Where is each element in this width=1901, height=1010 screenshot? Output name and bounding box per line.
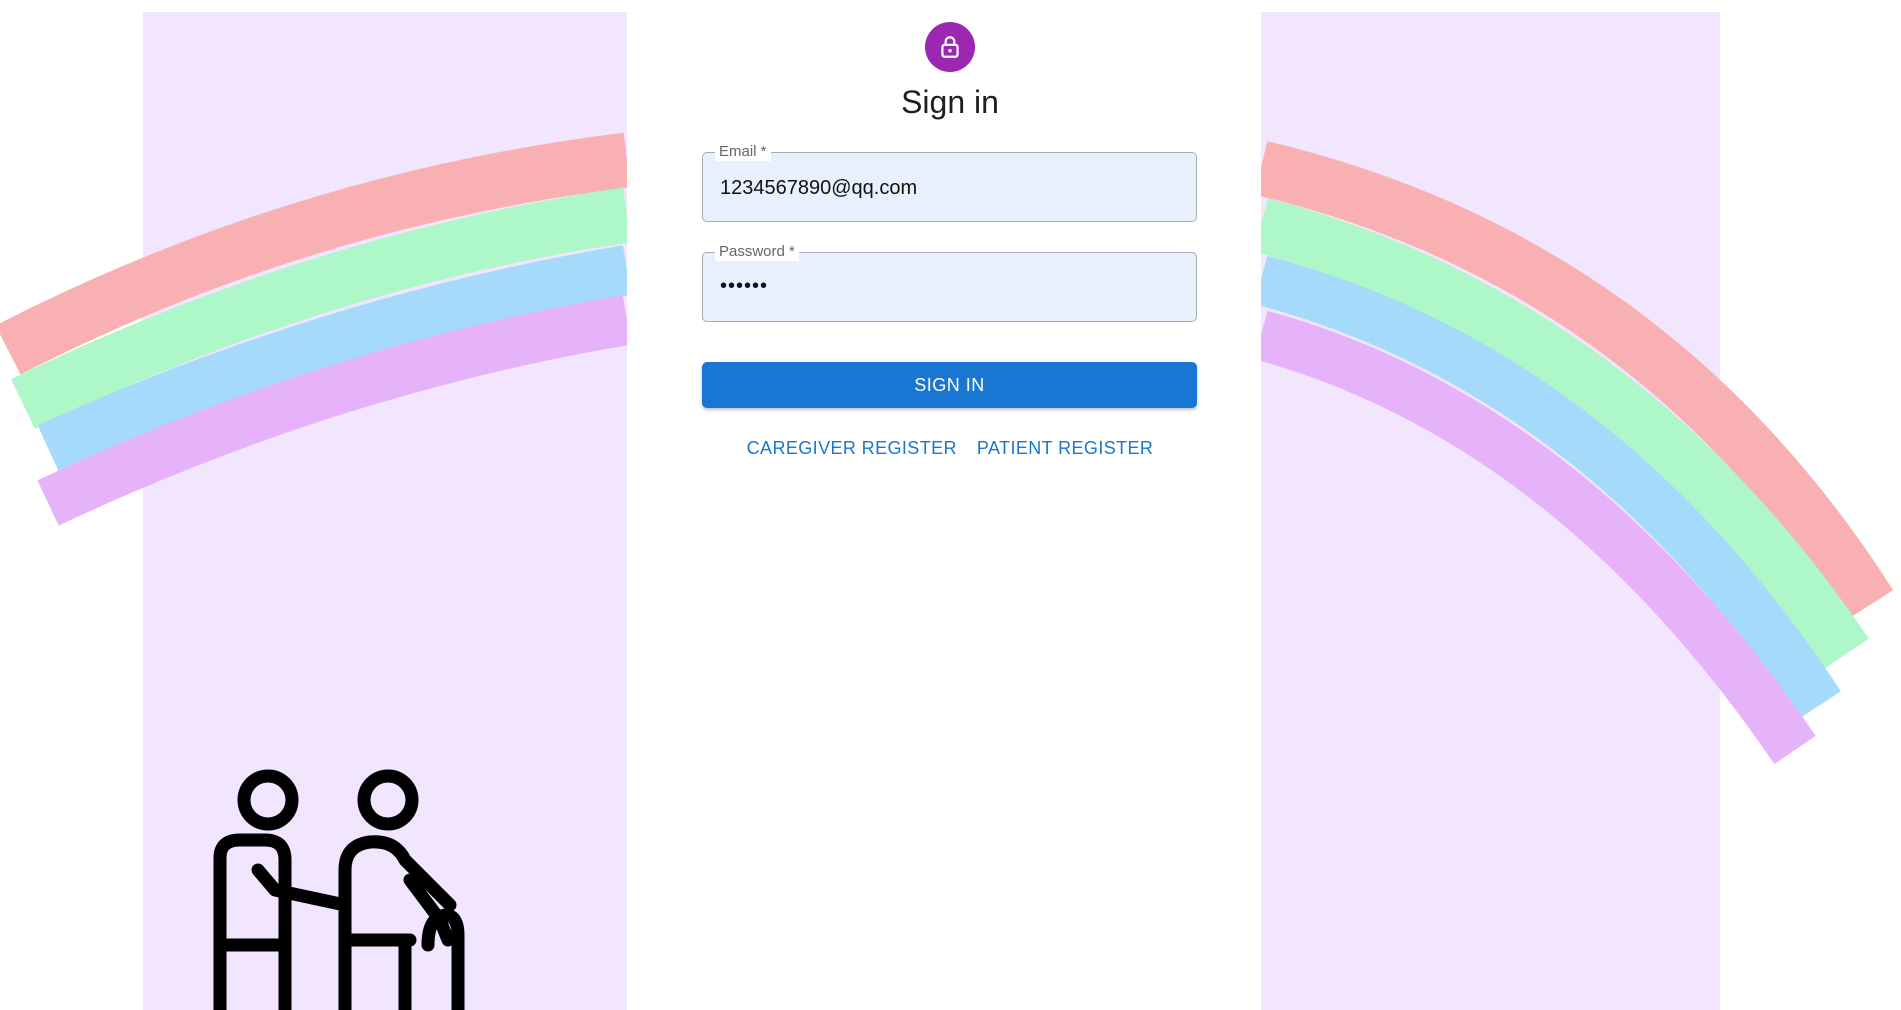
email-field[interactable]: Email * 1234567890@qq.com — [702, 143, 1197, 222]
password-label: Password * — [715, 243, 799, 261]
register-links: CAREGIVER REGISTER PATIENT REGISTER — [700, 438, 1200, 459]
patient-register-link[interactable]: PATIENT REGISTER — [977, 438, 1153, 459]
lock-icon — [941, 36, 959, 58]
lock-avatar — [925, 22, 975, 72]
password-input[interactable]: •••••• — [720, 273, 768, 299]
caregiver-register-link[interactable]: CAREGIVER REGISTER — [747, 438, 957, 459]
password-field[interactable]: Password * •••••• — [702, 243, 1197, 322]
right-decor-panel — [1261, 12, 1720, 1010]
login-page: Sign in Email * 1234567890@qq.com Passwo… — [0, 0, 1901, 1010]
sign-in-button[interactable]: SIGN IN — [702, 362, 1197, 408]
email-input[interactable]: 1234567890@qq.com — [720, 175, 917, 201]
left-decor-panel — [143, 12, 627, 1010]
email-label: Email * — [715, 143, 771, 161]
page-title: Sign in — [901, 84, 999, 120]
